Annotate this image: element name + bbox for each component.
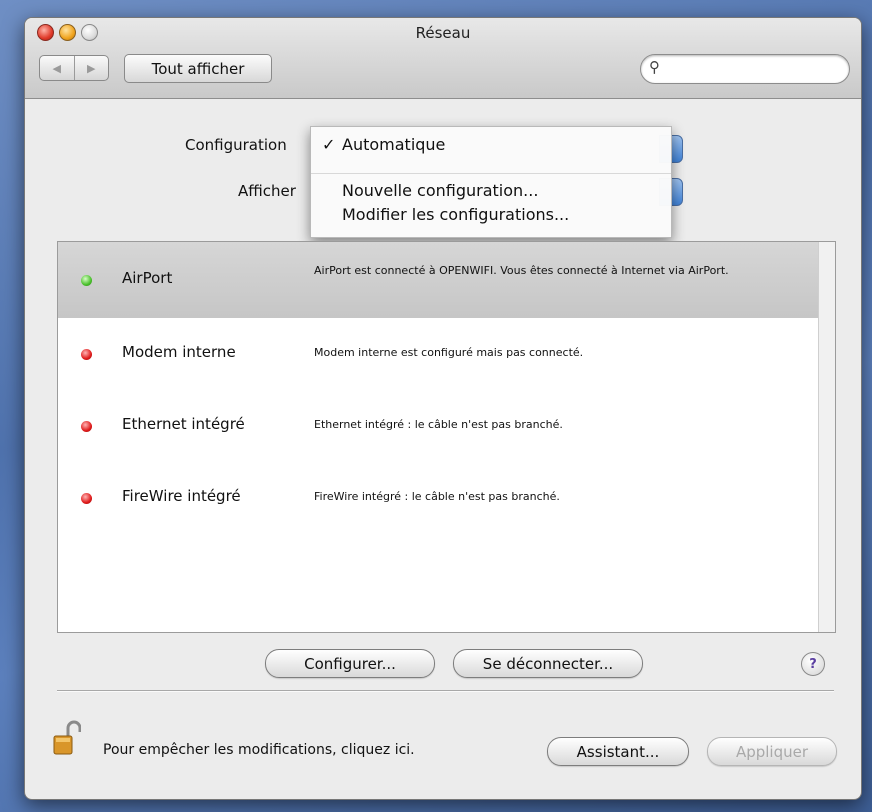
menu-item-modifier-configurations[interactable]: Modifier les configurations...	[311, 203, 671, 227]
back-forward-control: ◀ ▶	[39, 55, 109, 81]
menu-item-automatique[interactable]: ✓ Automatique	[311, 133, 671, 157]
search-icon: ⚲	[649, 58, 660, 76]
network-preferences-window: Réseau ◀ ▶ Tout afficher ⚲ Configuration…	[24, 17, 862, 800]
search-field[interactable]: ⚲	[640, 54, 850, 84]
configuration-label: Configuration	[185, 136, 287, 154]
service-name: AirPort	[122, 269, 173, 287]
status-red-icon	[81, 421, 92, 432]
help-icon[interactable]: ?	[801, 652, 825, 676]
afficher-label: Afficher	[238, 182, 296, 200]
status-red-icon	[81, 349, 92, 360]
titlebar: Réseau ◀ ▶ Tout afficher ⚲	[25, 18, 861, 99]
status-red-icon	[81, 493, 92, 504]
checkmark-icon: ✓	[322, 135, 336, 154]
back-arrow-icon[interactable]: ◀	[40, 56, 75, 80]
disconnect-button[interactable]: Se déconnecter...	[453, 649, 643, 678]
menu-separator	[311, 173, 671, 174]
apply-button[interactable]: Appliquer	[707, 737, 837, 766]
window-title: Réseau	[415, 24, 471, 42]
service-description: AirPort est connecté à OPENWIFI. Vous êt…	[314, 264, 729, 277]
search-input[interactable]	[669, 59, 843, 79]
status-green-icon	[81, 275, 92, 286]
service-description: Modem interne est configuré mais pas con…	[314, 346, 584, 359]
service-name: FireWire intégré	[122, 487, 241, 505]
configure-button[interactable]: Configurer...	[265, 649, 435, 678]
service-row-airport[interactable]: AirPort AirPort est connecté à OPENWIFI.…	[58, 242, 818, 318]
service-row-firewire[interactable]: FireWire intégré FireWire intégré : le c…	[58, 462, 818, 538]
network-service-list: AirPort AirPort est connecté à OPENWIFI.…	[57, 241, 836, 633]
lock-icon[interactable]	[53, 720, 81, 756]
lock-message: Pour empêcher les modifications, cliquez…	[103, 742, 415, 758]
forward-arrow-icon[interactable]: ▶	[75, 56, 109, 80]
service-row-modem[interactable]: Modem interne Modem interne est configur…	[58, 318, 818, 394]
divider	[57, 690, 834, 692]
service-description: FireWire intégré : le câble n'est pas br…	[314, 490, 560, 503]
service-description: Ethernet intégré : le câble n'est pas br…	[314, 418, 563, 431]
show-all-button[interactable]: Tout afficher	[124, 54, 272, 83]
list-scrollbar[interactable]	[818, 242, 835, 632]
service-name: Modem interne	[122, 343, 236, 361]
assistant-button[interactable]: Assistant...	[547, 737, 689, 766]
menu-item-nouvelle-configuration[interactable]: Nouvelle configuration...	[311, 179, 671, 203]
configuration-menu: ✓ Automatique Nouvelle configuration... …	[310, 126, 672, 238]
service-row-ethernet[interactable]: Ethernet intégré Ethernet intégré : le c…	[58, 390, 818, 466]
service-name: Ethernet intégré	[122, 415, 245, 433]
